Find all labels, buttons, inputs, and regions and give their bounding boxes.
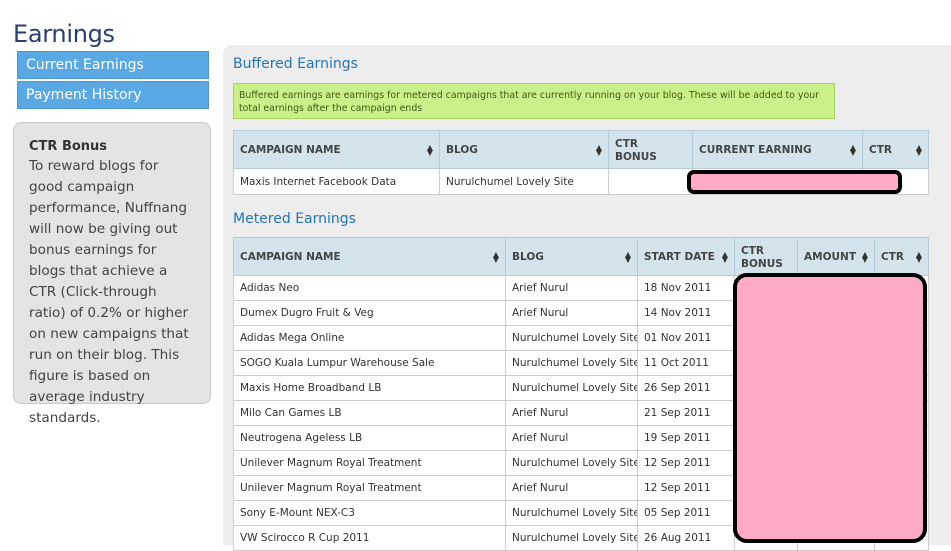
- ctr-bonus-panel: CTR Bonus To reward blogs for good campa…: [13, 122, 211, 426]
- page-title: Earnings: [13, 20, 115, 49]
- campaign-name-cell: Milo Can Games LB: [233, 400, 506, 426]
- blog-cell: Nurulchumel Lovely Site: [505, 450, 638, 476]
- start-date-cell: 11 Oct 2011: [637, 350, 735, 376]
- blog-cell: Nurulchumel Lovely Site: [505, 500, 638, 526]
- sort-icon: ▲ ▼: [849, 142, 856, 157]
- start-date-cell: 26 Aug 2011: [637, 525, 735, 551]
- sort-icon: ▲ ▼: [861, 249, 868, 264]
- buffered-earnings-title: Buffered Earnings: [233, 56, 358, 72]
- start-date-cell: 26 Sep 2011: [637, 375, 735, 401]
- blog-cell: Arief Nurul: [505, 300, 638, 326]
- column-header-start-date[interactable]: START DATE ▲ ▼: [637, 237, 735, 276]
- blog-cell: Nurulchumel Lovely Site: [505, 375, 638, 401]
- blog-cell: Arief Nurul: [505, 475, 638, 501]
- start-date-cell: 12 Sep 2011: [637, 475, 735, 501]
- column-header-ctr-bonus: CTR BONUS: [608, 130, 693, 169]
- sidebar-nav: Current Earnings Payment History: [17, 51, 209, 111]
- sort-icon: ▲ ▼: [595, 142, 602, 157]
- blog-cell: Arief Nurul: [505, 425, 638, 451]
- campaign-name-cell: SOGO Kuala Lumpur Warehouse Sale: [233, 350, 506, 376]
- start-date-cell: 05 Sep 2011: [637, 500, 735, 526]
- column-header-campaign-name[interactable]: CAMPAIGN NAME ▲ ▼: [233, 237, 506, 276]
- metered-earnings-title: Metered Earnings: [233, 211, 356, 227]
- sort-icon: ▲ ▼: [624, 249, 631, 264]
- sort-icon: ▲ ▼: [915, 249, 922, 264]
- sort-icon: ▲ ▼: [721, 249, 728, 264]
- start-date-cell: 21 Sep 2011: [637, 400, 735, 426]
- column-header-ctr[interactable]: CTR ▲ ▼: [874, 237, 929, 276]
- redaction-marker: [733, 273, 927, 543]
- column-header-ctr-bonus: CTR BONUS: [734, 237, 798, 276]
- campaign-name-cell: Unilever Magnum Royal Treatment: [233, 450, 506, 476]
- sidebar-item-current-earnings[interactable]: Current Earnings: [17, 51, 209, 79]
- sidebar-item-payment-history[interactable]: Payment History: [17, 81, 209, 109]
- column-header-blog[interactable]: BLOG ▲ ▼: [439, 130, 609, 169]
- start-date-cell: 19 Sep 2011: [637, 425, 735, 451]
- column-header-current-earning[interactable]: CURRENT EARNING ▲ ▼: [692, 130, 863, 169]
- blog-cell: Arief Nurul: [505, 275, 638, 301]
- sort-icon: ▲ ▼: [492, 249, 499, 264]
- campaign-name-cell: Adidas Neo: [233, 275, 506, 301]
- column-header-blog[interactable]: BLOG ▲ ▼: [505, 237, 638, 276]
- column-header-ctr[interactable]: CTR ▲ ▼: [862, 130, 929, 169]
- campaign-name-cell: Sony E-Mount NEX-C3: [233, 500, 506, 526]
- blog-cell: Nurulchumel Lovely Site: [505, 325, 638, 351]
- start-date-cell: 12 Sep 2011: [637, 450, 735, 476]
- column-header-amount[interactable]: AMOUNT ▲ ▼: [797, 237, 875, 276]
- column-header-campaign-name[interactable]: CAMPAIGN NAME ▲ ▼: [233, 130, 440, 169]
- blog-cell: Nurulchumel Lovely Site: [505, 525, 638, 551]
- ctr-bonus-text: To reward blogs for good campaign perfor…: [29, 158, 189, 426]
- start-date-cell: 01 Nov 2011: [637, 325, 735, 351]
- start-date-cell: 14 Nov 2011: [637, 300, 735, 326]
- buffered-info-notice: Buffered earnings are earnings for meter…: [233, 83, 835, 119]
- campaign-name-cell: Neutrogena Ageless LB: [233, 425, 506, 451]
- campaign-name-cell: VW Scirocco R Cup 2011: [233, 525, 506, 551]
- campaign-name-cell: Dumex Dugro Fruit & Veg: [233, 300, 506, 326]
- sort-icon: ▲ ▼: [426, 142, 433, 157]
- ctr-bonus-title: CTR Bonus: [29, 139, 108, 154]
- blog-cell: Nurulchumel Lovely Site: [439, 168, 609, 195]
- campaign-name-cell: Maxis Home Broadband LB: [233, 375, 506, 401]
- sort-icon: ▲ ▼: [915, 142, 922, 157]
- ctr-bonus-cell: [608, 168, 693, 195]
- campaign-name-cell: Maxis Internet Facebook Data: [233, 168, 440, 195]
- campaign-name-cell: Unilever Magnum Royal Treatment: [233, 475, 506, 501]
- blog-cell: Arief Nurul: [505, 400, 638, 426]
- redaction-marker: [687, 170, 902, 194]
- start-date-cell: 18 Nov 2011: [637, 275, 735, 301]
- campaign-name-cell: Adidas Mega Online: [233, 325, 506, 351]
- blog-cell: Nurulchumel Lovely Site: [505, 350, 638, 376]
